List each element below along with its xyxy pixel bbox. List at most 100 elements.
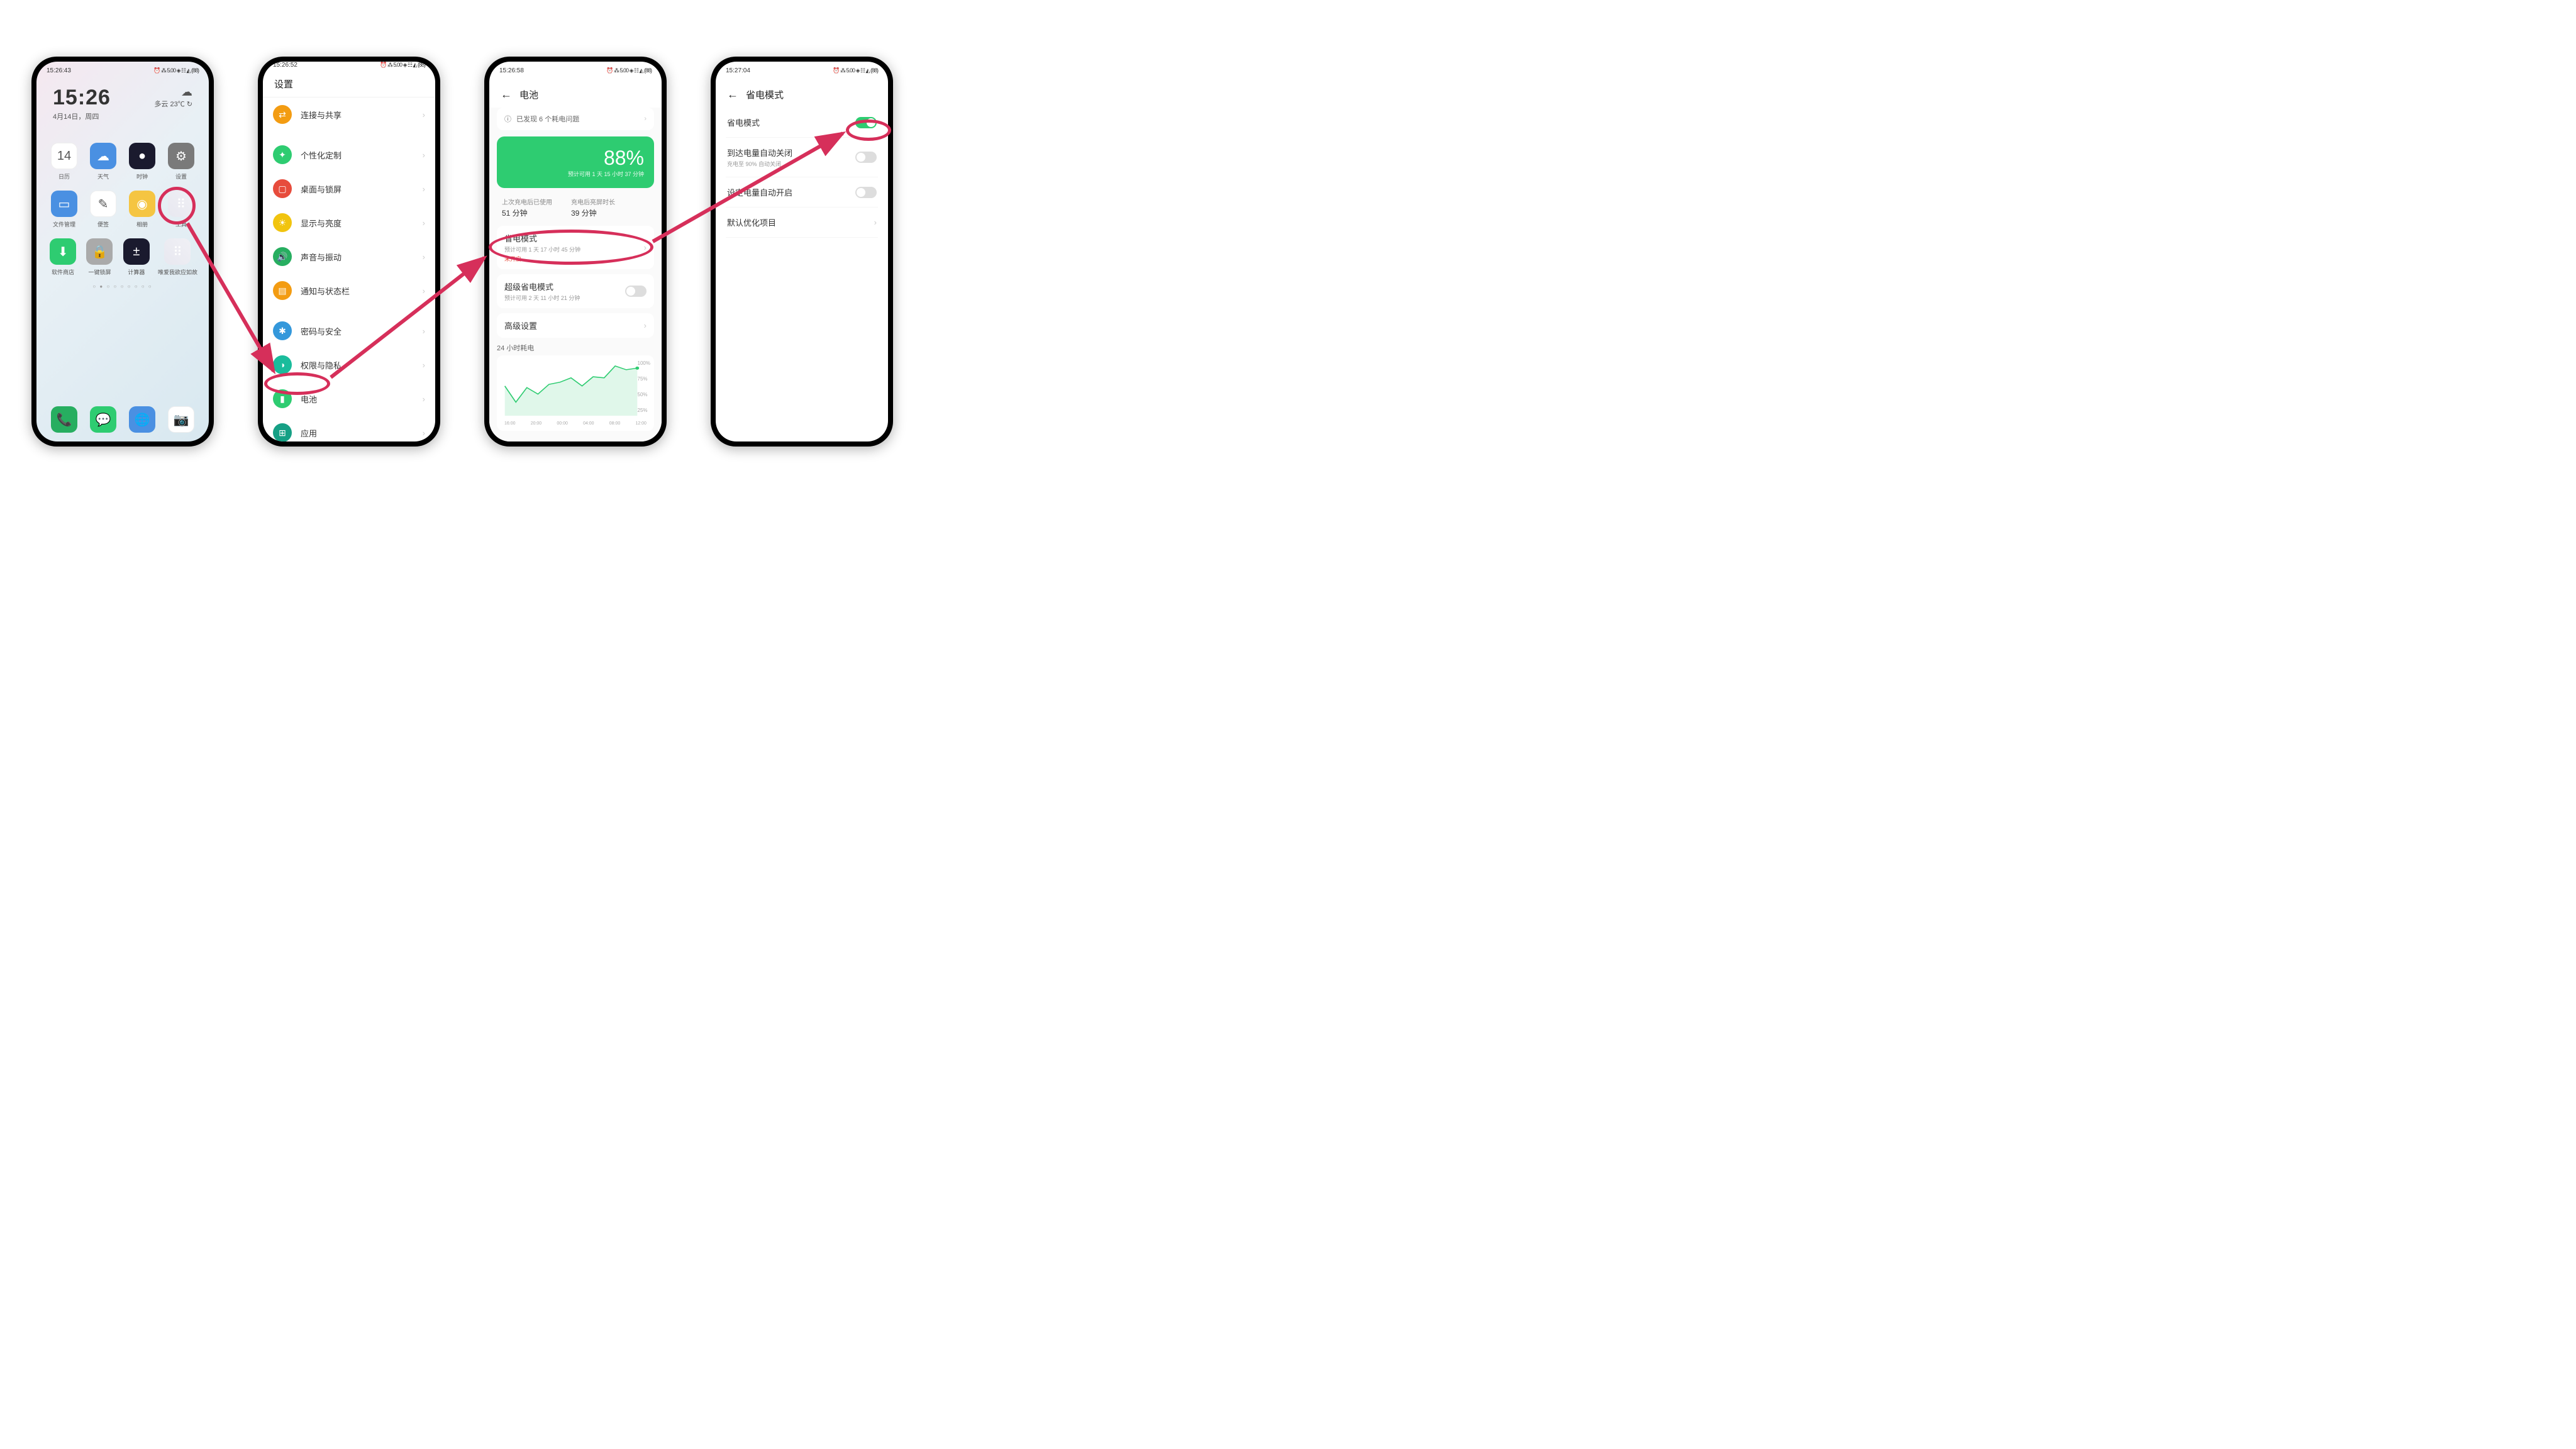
row-label: 显示与亮度: [301, 217, 414, 229]
page-title: 设置: [263, 69, 435, 97]
battery-percent: 88%: [507, 147, 644, 170]
settings-row-个性化定制[interactable]: ✦个性化定制›: [263, 138, 435, 172]
status-time: 15:27:04: [726, 67, 750, 74]
app-label: 便签: [97, 220, 109, 228]
auto-off-toggle[interactable]: [855, 152, 877, 163]
app-icon: ⠿: [164, 238, 191, 265]
settings-row-应用[interactable]: ⊞应用›: [263, 416, 435, 441]
status-icons: ⏰ ⁂ 5.00 ◈ ☷ ◭ (88): [380, 62, 425, 69]
power-saving-toggle-row[interactable]: 省电模式: [726, 108, 878, 138]
app-icon: ◉: [129, 191, 155, 217]
power-saving-toggle[interactable]: [855, 117, 877, 128]
app-文件管理[interactable]: ▭文件管理: [48, 191, 80, 228]
app-dock[interactable]: 📞: [48, 406, 80, 433]
advanced-settings-row[interactable]: 高级设置 ›: [497, 313, 654, 338]
page-title: 电池: [519, 88, 538, 101]
chevron-right-icon: ›: [423, 184, 425, 194]
app-label: 工具: [175, 220, 187, 228]
back-button[interactable]: ←: [727, 88, 738, 101]
app-icon: 14: [51, 143, 77, 169]
app-软件商店[interactable]: ⬇软件商店: [48, 238, 78, 276]
chevron-right-icon: ›: [423, 252, 425, 262]
app-日历[interactable]: 14日历: [48, 143, 80, 180]
app-设置[interactable]: ⚙ 设置: [165, 143, 197, 180]
usage-stats: 上次充电后已使用51 分钟 充电后亮屏时长39 分钟: [497, 194, 654, 226]
super-power-saving-row[interactable]: 超级省电模式 预计可用 2 天 11 小时 21 分钟: [497, 274, 654, 308]
row-label: 个性化定制: [301, 149, 414, 161]
app-icon: 📞: [51, 406, 77, 433]
app-icon: ▭: [51, 191, 77, 217]
app-天气[interactable]: ☁天气: [87, 143, 119, 180]
settings-row-电池[interactable]: ▮电池›: [263, 382, 435, 416]
status-time: 15:26:58: [499, 67, 524, 74]
row-icon: ◑: [273, 355, 292, 374]
auto-off-row[interactable]: 到达电量自动关闭 充电至 90% 自动关闭: [726, 138, 878, 177]
weather-widget[interactable]: ☁ 多云 23℃ ↻: [154, 86, 192, 109]
chevron-right-icon: ›: [423, 110, 425, 119]
chevron-right-icon: ›: [644, 321, 647, 330]
settings-row-密码与安全[interactable]: ✱密码与安全›: [263, 314, 435, 348]
chevron-right-icon: ›: [874, 218, 877, 227]
chevron-right-icon: ›: [423, 428, 425, 438]
power-issues-banner[interactable]: ⓘ 已发现 6 个耗电问题 ›: [497, 108, 654, 130]
row-label: 应用: [301, 427, 414, 439]
row-label: 密码与安全: [301, 325, 414, 337]
app-便签[interactable]: ✎ 便签: [87, 191, 119, 228]
app-dock[interactable]: 💬: [87, 406, 119, 433]
clock-date: 4月14日，周四: [53, 111, 111, 121]
app-label: 天气: [97, 172, 109, 180]
app-dock[interactable]: 📷: [165, 406, 197, 433]
row-icon: ▢: [273, 179, 292, 198]
info-icon: ⓘ: [504, 114, 511, 124]
app-icon: ✎: [90, 191, 116, 217]
settings-row-桌面与锁屏[interactable]: ▢ 桌面与锁屏 ›: [263, 172, 435, 206]
default-optimize-row[interactable]: 默认优化项目 ›: [726, 208, 878, 238]
chart-title: 24 小时耗电: [497, 343, 654, 353]
status-bar: 15:26:43 ⏰ ⁂ 5.00 ◈ ☷ ◭ (88): [36, 62, 209, 79]
app-icon: ⚙: [168, 143, 194, 169]
chevron-right-icon: ›: [423, 326, 425, 336]
row-label: 桌面与锁屏: [301, 183, 414, 195]
app-label: 一键锁屏: [88, 268, 111, 276]
status-time: 15:26:52: [273, 62, 297, 69]
row-icon: 🔊: [273, 247, 292, 266]
status-time: 15:26:43: [47, 67, 71, 74]
app-一键锁屏[interactable]: 🔒一键锁屏: [84, 238, 114, 276]
row-icon: ☀: [273, 213, 292, 232]
back-button[interactable]: ←: [501, 88, 512, 101]
battery-level-card: 88% 预计可用 1 天 15 小时 37 分钟: [497, 136, 654, 188]
status-icons: ⏰ ⁂ 5.00 ◈ ☷ ◭ (88): [606, 67, 652, 74]
row-label: 声音与振动: [301, 251, 414, 263]
chevron-right-icon: ›: [423, 394, 425, 404]
clock-widget[interactable]: 15:26 4月14日，周四 ☁ 多云 23℃ ↻: [36, 79, 209, 131]
auto-on-toggle[interactable]: [855, 187, 877, 198]
app-dock[interactable]: 🌐: [126, 406, 158, 433]
settings-row-显示与亮度[interactable]: ☀显示与亮度›: [263, 206, 435, 240]
battery-24h-chart: 100%75%50%25% 16:0020:0000:0004:0008:001…: [497, 355, 654, 431]
auto-on-row[interactable]: 设定电量自动开启: [726, 177, 878, 208]
row-icon: ▤: [273, 281, 292, 300]
app-相册[interactable]: ◉相册: [126, 191, 158, 228]
power-saving-mode-row[interactable]: 省电模式 预计可用 1 天 17 小时 45 分钟 未开启 ›: [497, 226, 654, 269]
app-计算器[interactable]: ±计算器: [121, 238, 152, 276]
settings-row-连接与共享[interactable]: ⇄ 连接与共享 ›: [263, 97, 435, 131]
row-icon: ⇄: [273, 105, 292, 124]
row-icon: ▮: [273, 389, 292, 408]
app-label: 计算器: [128, 268, 145, 276]
app-工具[interactable]: ⠿ 工具: [165, 191, 197, 228]
battery-estimate: 预计可用 1 天 15 小时 37 分钟: [507, 170, 644, 178]
row-label: 通知与状态栏: [301, 285, 414, 297]
app-唯爱我欲应如故[interactable]: ⠿唯爱我欲应如故: [158, 238, 197, 276]
app-icon: ⠿: [168, 191, 194, 217]
super-save-toggle[interactable]: [625, 286, 647, 297]
row-label: 连接与共享: [301, 109, 414, 121]
chevron-right-icon: ›: [644, 243, 647, 252]
row-label: 权限与隐私: [301, 359, 414, 371]
app-icon: 💬: [90, 406, 116, 433]
settings-row-权限与隐私[interactable]: ◑权限与隐私›: [263, 348, 435, 382]
settings-row-声音与振动[interactable]: 🔊 声音与振动 ›: [263, 240, 435, 274]
app-label: 设置: [175, 172, 187, 180]
settings-row-通知与状态栏[interactable]: ▤通知与状态栏›: [263, 274, 435, 308]
app-时钟[interactable]: ●时钟: [126, 143, 158, 180]
app-icon: ●: [129, 143, 155, 169]
